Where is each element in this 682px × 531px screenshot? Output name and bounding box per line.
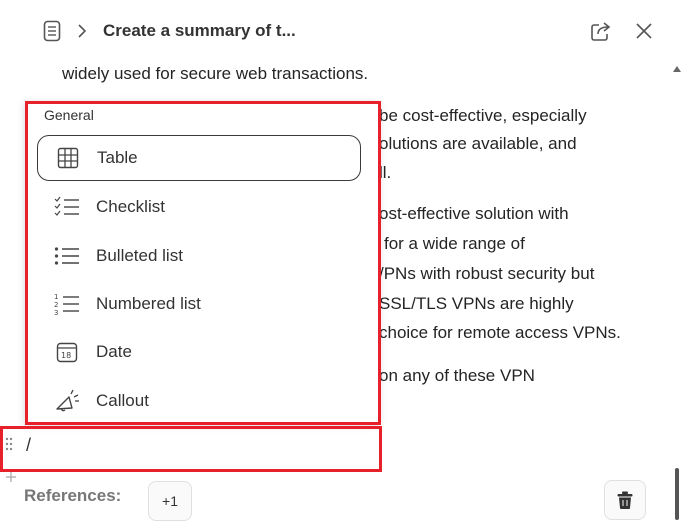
- content-line: on any of these VPN: [379, 366, 535, 385]
- share-icon[interactable]: [588, 18, 614, 44]
- megaphone-icon: [53, 387, 81, 415]
- breadcrumb-title[interactable]: Create a summary of t...: [103, 21, 296, 41]
- chevron-right-icon: [74, 20, 90, 42]
- svg-text:18: 18: [61, 351, 71, 360]
- menu-item-label: Checklist: [96, 197, 165, 216]
- menu-section-header: General: [44, 107, 94, 123]
- content-line: olutions are available, and: [379, 134, 577, 153]
- content-line: for a wide range of: [384, 234, 525, 253]
- slash-command-menu: General Table Checklist Bulleted list 1 …: [25, 101, 379, 423]
- close-icon[interactable]: [632, 19, 656, 43]
- menu-item-table[interactable]: Table: [37, 135, 361, 181]
- svg-text:3: 3: [54, 309, 58, 316]
- menu-item-label: Table: [97, 148, 138, 167]
- scrollbar[interactable]: [672, 60, 682, 526]
- trash-icon: [617, 491, 633, 509]
- numbered-list-icon: 1 2 3: [53, 290, 81, 318]
- menu-item-checklist[interactable]: Checklist: [37, 184, 361, 230]
- menu-item-callout[interactable]: Callout: [37, 378, 361, 424]
- content-line: choice for remote access VPNs.: [379, 323, 621, 342]
- delete-button[interactable]: [604, 480, 646, 520]
- content-line: widely used for secure web transactions.: [62, 64, 369, 83]
- add-block-icon[interactable]: [4, 470, 18, 484]
- svg-text:2: 2: [54, 301, 58, 309]
- content-line: be cost-effective, especially: [379, 106, 587, 125]
- menu-item-date[interactable]: 18 Date: [37, 329, 361, 375]
- content-line: ost-effective solution with: [379, 204, 569, 223]
- bulleted-list-icon: [53, 242, 81, 270]
- svg-text:1: 1: [54, 293, 58, 301]
- menu-item-label: Date: [96, 342, 132, 361]
- menu-item-label: Numbered list: [96, 294, 201, 313]
- content-line: /PNs with robust security but: [379, 264, 595, 283]
- references-label: References:: [24, 486, 122, 505]
- checklist-icon: [53, 193, 81, 221]
- page-icon[interactable]: [40, 18, 64, 44]
- references-more-button[interactable]: +1: [148, 481, 192, 521]
- highlight-box: [0, 426, 382, 472]
- menu-item-numbered-list[interactable]: 1 2 3 Numbered list: [37, 281, 361, 327]
- menu-item-label: Bulleted list: [96, 246, 183, 265]
- calendar-icon: 18: [53, 338, 81, 366]
- table-icon: [54, 144, 82, 172]
- content-line: ll.: [379, 163, 392, 182]
- menu-item-bulleted-list[interactable]: Bulleted list: [37, 233, 361, 279]
- menu-item-label: Callout: [96, 391, 149, 410]
- content-line: SSL/TLS VPNs are highly: [379, 294, 574, 313]
